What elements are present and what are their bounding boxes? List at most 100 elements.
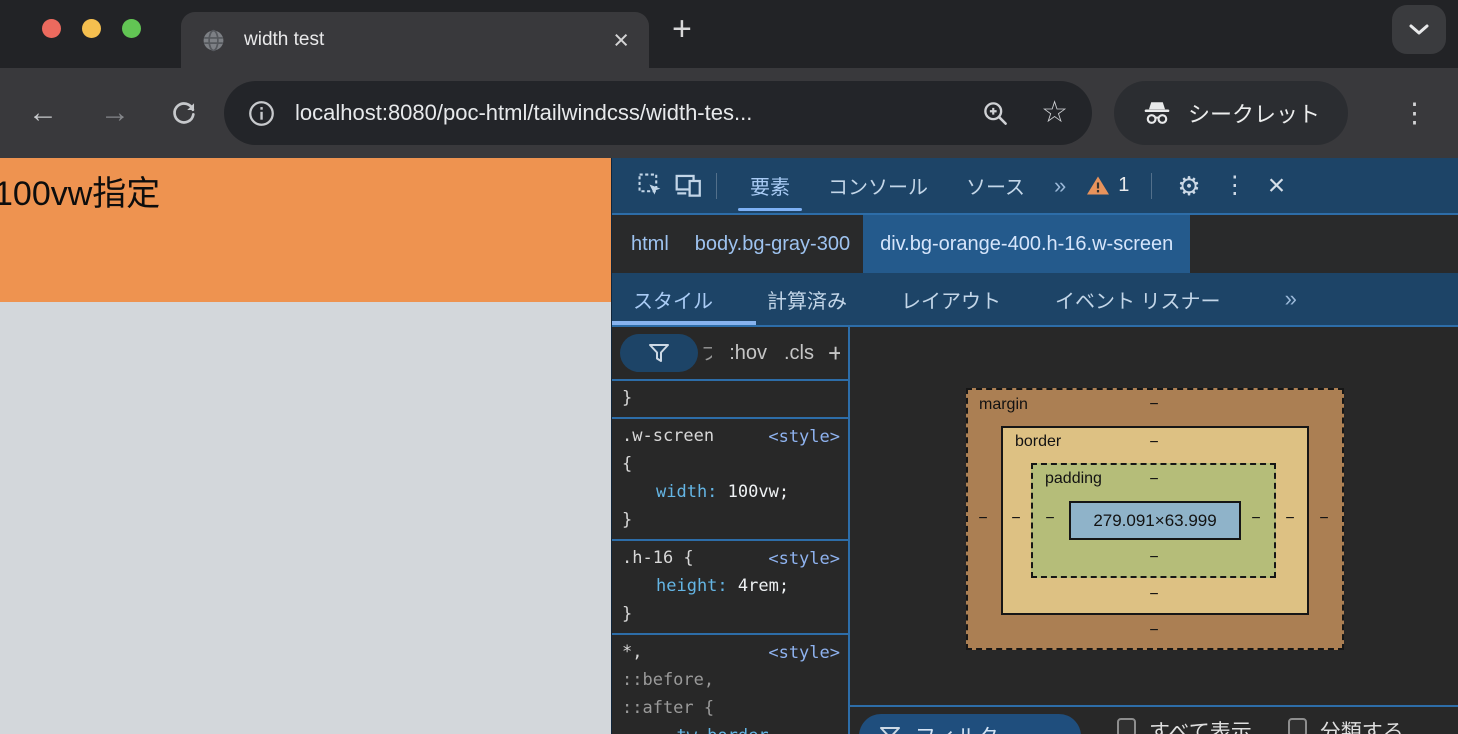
css-rule-h-16[interactable]: <style> .h-16 { height: 4rem; } xyxy=(612,541,848,635)
css-rule-universal[interactable]: <style> *, ::before, ::after { --tw-bord… xyxy=(612,635,848,734)
computed-pane: 279.091×63.999 margin border padding − −… xyxy=(850,327,1458,734)
tab-search-button[interactable] xyxy=(1392,5,1446,54)
chevron-down-icon xyxy=(1408,23,1430,37)
funnel-icon xyxy=(648,343,670,363)
tab-layout[interactable]: レイアウト xyxy=(901,285,1001,314)
devtools-settings-button[interactable]: ⚙ xyxy=(1177,173,1200,199)
breadcrumb-html[interactable]: html xyxy=(618,233,682,256)
css-rule-w-screen[interactable]: <style> .w-screen { width: 100vw; } xyxy=(612,419,848,541)
reload-icon[interactable] xyxy=(170,99,198,127)
margin-bottom-value[interactable]: − xyxy=(1146,620,1162,642)
warning-triangle-icon xyxy=(1086,175,1110,196)
page-heading: 100vw指定 xyxy=(0,175,161,213)
padding-top-value[interactable]: − xyxy=(1146,469,1162,491)
styles-filter-input[interactable] xyxy=(620,334,698,372)
close-window-button[interactable] xyxy=(42,19,61,38)
divider xyxy=(716,172,717,199)
incognito-label: シークレット xyxy=(1188,102,1321,127)
margin-label: margin xyxy=(979,396,1028,413)
padding-left-value[interactable]: − xyxy=(1042,508,1058,530)
url-text[interactable]: localhost:8080/poc-html/tailwindcss/widt… xyxy=(295,100,752,126)
devtools-menu-button[interactable]: ⋮ xyxy=(1223,171,1247,200)
zoom-icon[interactable] xyxy=(982,100,1009,127)
orange-banner: 100vw指定 xyxy=(0,158,611,302)
style-origin-link[interactable]: <style> xyxy=(768,639,840,667)
info-icon[interactable] xyxy=(248,100,275,127)
divider xyxy=(1151,172,1153,199)
browser-menu-icon[interactable]: ⋮ xyxy=(1401,98,1428,129)
margin-left-value[interactable]: − xyxy=(975,508,991,530)
element-breadcrumb: html body.bg-gray-300 div.bg-orange-400.… xyxy=(612,215,1458,273)
border-bottom-value[interactable]: − xyxy=(1146,584,1162,606)
bookmark-star-icon[interactable]: ☆ xyxy=(1041,98,1068,128)
page-viewport: 100vw指定 xyxy=(0,158,611,734)
border-top-value[interactable]: − xyxy=(1146,432,1162,454)
incognito-badge: シークレット xyxy=(1114,81,1349,145)
devtools-close-icon[interactable]: × xyxy=(1268,170,1286,201)
show-all-checkbox[interactable] xyxy=(1117,718,1136,734)
margin-top-value[interactable]: − xyxy=(1146,394,1162,416)
border-label: border xyxy=(1015,433,1062,450)
style-origin-link[interactable]: <style> xyxy=(768,545,840,573)
sidebar-tabs: スタイル 計算済み レイアウト イベント リスナー » xyxy=(612,273,1458,327)
minimize-window-button[interactable] xyxy=(82,19,101,38)
padding-bottom-value[interactable]: − xyxy=(1146,547,1162,569)
funnel-icon xyxy=(879,726,901,734)
padding-label: padding xyxy=(1045,470,1102,487)
warnings-badge[interactable]: 1 xyxy=(1086,174,1129,197)
box-model-diagram: 279.091×63.999 margin border padding − −… xyxy=(966,388,1344,650)
kebab-icon: ⋮ xyxy=(1222,172,1247,199)
breadcrumb-selected-div[interactable]: div.bg-orange-400.h-16.w-screen xyxy=(863,215,1191,273)
styles-filter-bar: フィルタ :hov .cls + xyxy=(612,327,848,381)
devtools-toolbar: 要素 コンソール ソース » 1 ⚙ ⋮ × xyxy=(612,158,1458,215)
pseudo-state-toggle[interactable]: :hov xyxy=(729,342,767,365)
active-tab-underline xyxy=(738,208,802,211)
border-right-value[interactable]: − xyxy=(1282,508,1298,530)
tab-computed[interactable]: 計算済み xyxy=(767,285,847,314)
maximize-window-button[interactable] xyxy=(122,19,141,38)
padding-right-value[interactable]: − xyxy=(1248,508,1264,530)
globe-icon xyxy=(201,28,226,53)
inspect-element-icon[interactable] xyxy=(638,173,663,198)
group-label: 分類する xyxy=(1319,721,1404,734)
active-subtab-underline xyxy=(612,321,756,325)
browser-toolbar: ← → localhost:8080/poc-html/tailwindcss/… xyxy=(0,68,1458,158)
tab-close-icon[interactable]: × xyxy=(613,26,629,54)
show-all-label: すべて表示 xyxy=(1149,721,1252,734)
css-rules-list: } <style> .w-screen { width: 100vw; } <s… xyxy=(612,381,848,734)
forward-icon[interactable]: → xyxy=(100,98,130,128)
filter-placeholder-clipped: フィルタ xyxy=(701,340,712,366)
gear-icon: ⚙ xyxy=(1177,170,1201,201)
new-style-rule-button[interactable]: + xyxy=(828,338,840,369)
style-origin-link[interactable]: <style> xyxy=(768,423,840,451)
element-class-toggle[interactable]: .cls xyxy=(784,342,814,365)
group-checkbox[interactable] xyxy=(1287,718,1307,734)
device-toolbar-icon[interactable] xyxy=(675,173,702,198)
tab-elements[interactable]: 要素 xyxy=(738,158,802,213)
new-tab-button[interactable]: + xyxy=(672,10,692,49)
back-icon[interactable]: ← xyxy=(28,98,58,128)
tab-styles[interactable]: スタイル xyxy=(633,285,713,314)
tab-strip: width test × + xyxy=(0,0,1458,68)
more-sidebar-tabs-icon[interactable]: » xyxy=(1285,286,1299,312)
browser-tab[interactable]: width test × xyxy=(181,12,649,68)
computed-filter-input[interactable]: フィルタ xyxy=(859,714,1081,734)
css-rule-clipped[interactable]: } xyxy=(612,381,848,419)
computed-filter-bar: フィルタ すべて表示 分類する xyxy=(850,705,1458,734)
window-controls xyxy=(42,19,141,38)
box-model-content[interactable]: 279.091×63.999 xyxy=(1069,501,1241,540)
warning-count: 1 xyxy=(1118,174,1130,196)
border-left-value[interactable]: − xyxy=(1008,508,1024,530)
computed-filter-label: フィルタ xyxy=(915,721,999,734)
margin-right-value[interactable]: − xyxy=(1316,508,1332,530)
tab-title: width test xyxy=(244,29,325,50)
address-bar[interactable]: localhost:8080/poc-html/tailwindcss/widt… xyxy=(224,81,1092,145)
styles-pane: フィルタ :hov .cls + } <style> .w-screen { w… xyxy=(612,327,850,734)
tab-event-listeners[interactable]: イベント リスナー xyxy=(1055,285,1221,314)
tab-console[interactable]: コンソール xyxy=(818,158,938,213)
breadcrumb-body[interactable]: body.bg-gray-300 xyxy=(682,233,863,256)
devtools-panel: 要素 コンソール ソース » 1 ⚙ ⋮ × html body.bg-gray… xyxy=(611,158,1458,734)
tab-sources[interactable]: ソース xyxy=(956,158,1035,213)
more-tabs-icon[interactable]: » xyxy=(1054,173,1068,199)
incognito-icon xyxy=(1142,100,1172,126)
